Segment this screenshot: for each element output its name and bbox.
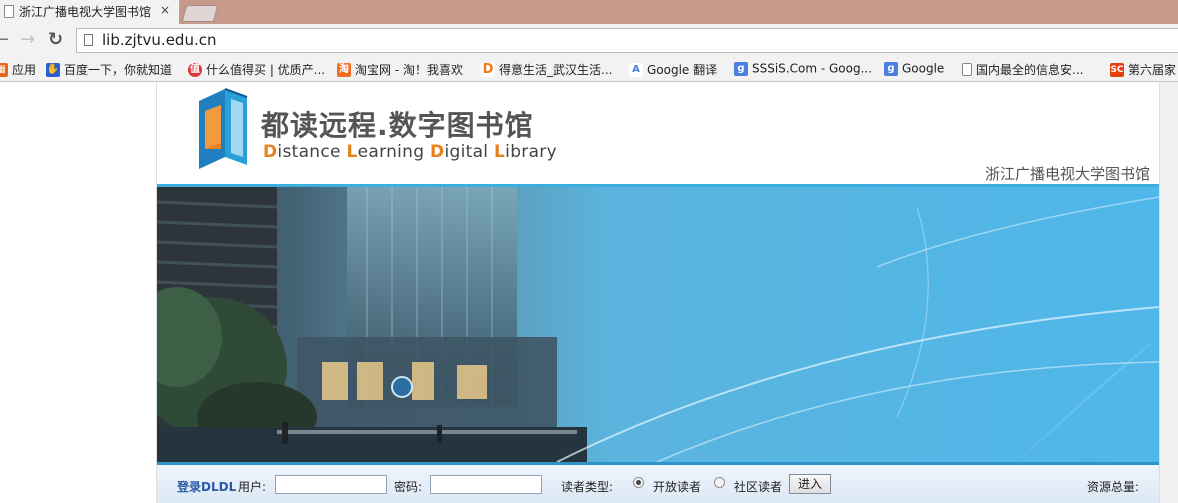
back-arrow-icon[interactable]: ← (0, 30, 9, 50)
page-icon (84, 34, 93, 46)
baidu-paw-icon: ✋ (46, 62, 60, 77)
login-bar: 登录DLDL 用户: 密码: 读者类型: 开放读者 社区读者 进入 资源总量: (157, 465, 1159, 503)
password-label: 密码: (394, 480, 423, 494)
password-input[interactable] (430, 475, 542, 494)
bookmark-deyi[interactable]: D 得意生活_武汉生活... (481, 61, 612, 77)
radio-community-reader[interactable] (714, 477, 725, 488)
page-icon (962, 63, 972, 76)
bookmark-baidu[interactable]: ✋ 百度一下，你就知道 (46, 61, 172, 77)
university-name: 浙江广播电视大学图书馆 (984, 165, 1150, 183)
forward-arrow-icon[interactable]: → (20, 30, 35, 50)
address-bar[interactable]: lib.zjtvu.edu.cn (76, 28, 1178, 53)
enter-button[interactable]: 进入 (789, 474, 831, 494)
taobao-icon: 淘 (337, 62, 351, 77)
username-input[interactable] (275, 475, 387, 494)
new-tab-button[interactable] (181, 5, 219, 22)
library-book-logo-icon (199, 88, 248, 169)
bookmark-google-translate[interactable]: A Google 翻译 (629, 61, 717, 77)
google-translate-icon: A (629, 62, 643, 77)
bookmark-apps[interactable]: ▦ 应用 (0, 61, 36, 77)
page-container: 都读远程.数字图书馆 Distance Learning Digital Lib… (156, 82, 1160, 503)
google-g-icon: g (734, 61, 748, 76)
sc-icon: SC (1110, 62, 1124, 77)
resource-total-label: 资源总量: (1087, 480, 1140, 494)
apps-grid-icon: ▦ (0, 62, 8, 77)
community-reader-label[interactable]: 社区读者 (734, 478, 782, 495)
bookmark-smzdm[interactable]: 值什么值得买 | 优质产... (188, 61, 325, 77)
site-title-cn: 都读远程.数字图书馆 (261, 109, 534, 142)
browser-tab[interactable]: 浙江广播电视大学图书馆 × (0, 0, 180, 24)
site-title-en: Distance Learning Digital Library (263, 142, 557, 162)
bookmark-google[interactable]: g Google (884, 61, 944, 77)
page-icon (4, 5, 14, 18)
bookmark-sc[interactable]: SC 第六届家 (1110, 61, 1176, 77)
vertical-scrollbar[interactable] (1159, 82, 1178, 503)
tab-title: 浙江广播电视大学图书馆 (19, 5, 152, 19)
close-icon[interactable]: × (160, 3, 170, 17)
login-title: 登录DLDL (177, 480, 237, 494)
deyi-d-icon: D (481, 61, 495, 77)
smzdm-icon: 值 (188, 62, 202, 77)
radio-open-reader[interactable] (633, 477, 644, 488)
campus-banner-image (157, 187, 1159, 462)
username-label: 用户: (238, 480, 267, 494)
page-viewport: 都读远程.数字图书馆 Distance Learning Digital Lib… (0, 82, 1178, 503)
reload-icon[interactable]: ↻ (48, 30, 63, 50)
google-g-icon: g (884, 61, 898, 76)
bookmark-taobao[interactable]: 淘淘宝网 - 淘！我喜欢 (337, 61, 463, 77)
reader-type-label: 读者类型: (561, 480, 614, 494)
site-header: 都读远程.数字图书馆 Distance Learning Digital Lib… (157, 82, 1159, 187)
tab-strip: 浙江广播电视大学图书馆 × (0, 0, 1178, 24)
url-text[interactable]: lib.zjtvu.edu.cn (102, 31, 216, 49)
bookmarks-bar: ▦ 应用 ✋ 百度一下，你就知道 值什么值得买 | 优质产... 淘淘宝网 - 淘！… (0, 57, 1178, 82)
browser-toolbar: ← → ↻ lib.zjtvu.edu.cn (0, 24, 1178, 57)
bookmark-sssis[interactable]: g SSSiS.Com - Goog... (734, 61, 872, 77)
open-reader-label[interactable]: 开放读者 (653, 478, 701, 495)
bookmark-security-info[interactable]: 国内最全的信息安... (962, 61, 1083, 77)
